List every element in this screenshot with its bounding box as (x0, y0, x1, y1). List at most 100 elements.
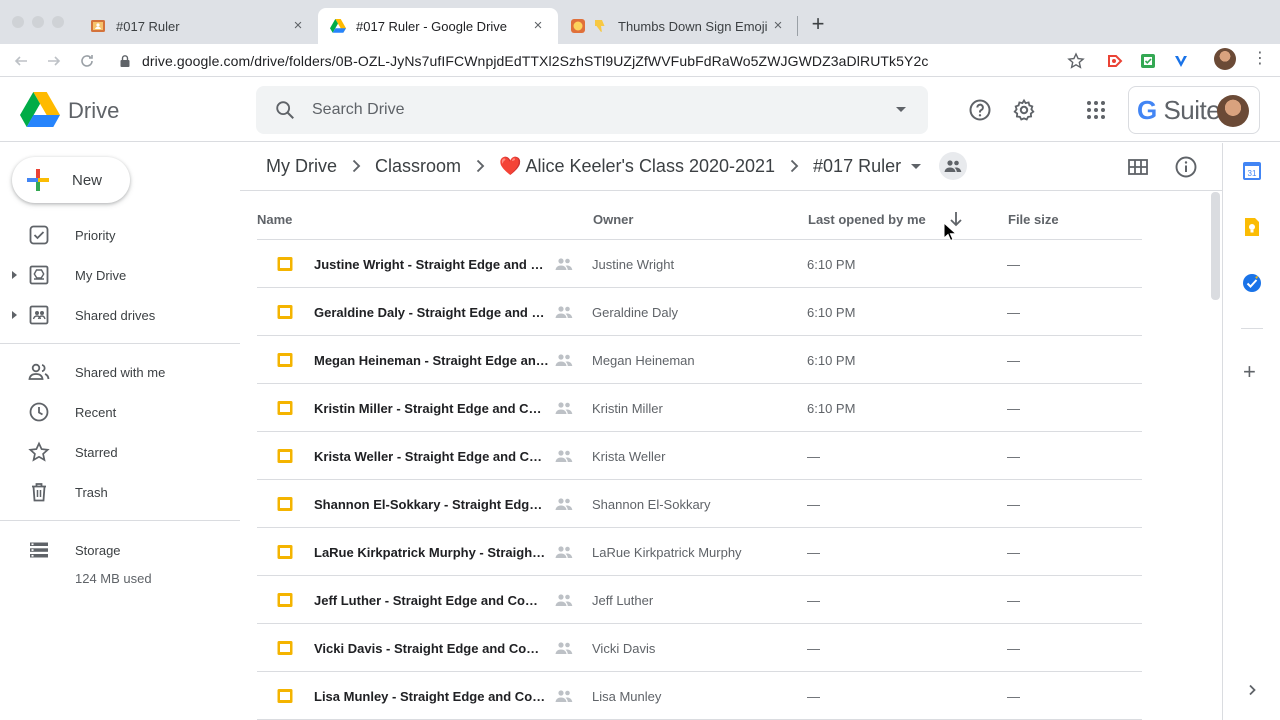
forward-icon[interactable] (45, 52, 63, 70)
file-owner: Lisa Munley (592, 689, 662, 704)
breadcrumb-current-folder[interactable]: #017 Ruler (813, 156, 901, 177)
expand-arrow-icon[interactable] (12, 311, 17, 319)
browser-menu-icon[interactable]: ⋮ (1252, 50, 1268, 68)
storage-used-text: 124 MB used (75, 571, 152, 586)
shared-with-me-icon (28, 363, 50, 380)
gsuite-account-button[interactable]: G Suite (1128, 86, 1260, 134)
file-owner: Justine Wright (592, 257, 675, 272)
help-icon[interactable] (968, 98, 992, 122)
classroom-favicon (91, 20, 105, 32)
shared-people-icon (555, 498, 573, 510)
file-owner: Jeff Luther (592, 593, 654, 608)
scrollbar-thumb[interactable] (1211, 192, 1220, 300)
table-row[interactable]: Vicki Davis - Straight Edge and Compa...… (257, 624, 1142, 672)
sidebar-item-shared-with-me[interactable]: Shared with me (0, 356, 240, 388)
close-tab-icon[interactable]: × (290, 18, 306, 34)
expand-arrow-icon[interactable] (12, 271, 17, 279)
address-bar[interactable]: drive.google.com/drive/folders/0B-OZL-Jy… (110, 47, 1110, 75)
account-avatar[interactable] (1217, 95, 1249, 127)
file-name[interactable]: Lisa Munley - Straight Edge and Comp... (314, 689, 549, 704)
sidebar-item-shared-drives[interactable]: Shared drives (0, 299, 240, 331)
sidebar-item-my-drive[interactable]: My Drive (0, 259, 240, 291)
close-tab-icon[interactable]: × (530, 18, 546, 34)
search-input[interactable] (312, 101, 872, 119)
table-row[interactable]: Justine Wright - Straight Edge and Co...… (257, 240, 1142, 288)
green-extension-icon[interactable] (1139, 52, 1157, 70)
browser-tab-emoji[interactable]: Thumbs Down Sign Emoji × (558, 8, 798, 44)
file-name[interactable]: Vicki Davis - Straight Edge and Compa... (314, 641, 549, 656)
column-header-name[interactable]: Name (257, 212, 292, 227)
column-header-last-opened[interactable]: Last opened by me (808, 212, 926, 227)
breadcrumb-my-drive[interactable]: My Drive (266, 156, 337, 177)
reload-icon[interactable] (78, 52, 96, 70)
sidebar-item-starred[interactable]: Starred (0, 436, 240, 468)
sidebar-item-storage[interactable]: Storage (0, 534, 240, 566)
table-row[interactable]: Shannon El-Sokkary - Straight Edge an...… (257, 480, 1142, 528)
file-size: — (1007, 545, 1020, 560)
shared-people-icon (555, 402, 573, 414)
drive-header: Drive G Suite (0, 78, 1280, 142)
file-name[interactable]: LaRue Kirkpatrick Murphy - Straight Ed..… (314, 545, 549, 560)
table-row[interactable]: LaRue Kirkpatrick Murphy - Straight Ed..… (257, 528, 1142, 576)
column-header-owner[interactable]: Owner (593, 212, 633, 227)
add-addon-button[interactable]: + (1243, 361, 1256, 383)
sidebar-item-priority[interactable]: Priority (0, 219, 240, 251)
tasks-icon[interactable] (1241, 272, 1263, 294)
back-icon[interactable] (12, 52, 30, 70)
calendar-icon[interactable]: 31 (1241, 160, 1263, 182)
file-name[interactable]: Krista Weller - Straight Edge and Com... (314, 449, 549, 464)
shared-folder-icon[interactable] (939, 152, 968, 180)
close-tab-icon[interactable]: × (770, 18, 786, 34)
file-name[interactable]: Geraldine Daly - Straight Edge and Co... (314, 305, 549, 320)
file-name[interactable]: Megan Heineman - Straight Edge and ... (314, 353, 549, 368)
shared-people-icon (555, 642, 573, 654)
file-size: — (1007, 593, 1020, 608)
breadcrumb-classroom[interactable]: Classroom (375, 156, 461, 177)
search-bar[interactable] (256, 86, 928, 134)
file-name[interactable]: Jeff Luther - Straight Edge and Compa... (314, 593, 549, 608)
drive-logo-icon[interactable] (20, 92, 60, 128)
info-icon[interactable] (1174, 155, 1198, 179)
browser-profile-avatar[interactable] (1214, 48, 1236, 70)
shared-people-icon (555, 450, 573, 462)
apps-grid-icon[interactable] (1084, 98, 1108, 122)
browser-tab-classroom[interactable]: #017 Ruler × (78, 8, 318, 44)
check-extension-icon[interactable] (1172, 52, 1190, 70)
table-row[interactable]: Jeff Luther - Straight Edge and Compa...… (257, 576, 1142, 624)
table-row[interactable]: Lisa Munley - Straight Edge and Comp... L… (257, 672, 1142, 720)
sidebar-item-recent[interactable]: Recent (0, 396, 240, 428)
breadcrumb-class-folder[interactable]: ❤️ Alice Keeler's Class 2020-2021 (499, 156, 775, 177)
window-zoom-dot[interactable] (52, 16, 64, 28)
new-button[interactable]: New (12, 157, 130, 203)
keep-icon[interactable] (1241, 216, 1263, 238)
table-row[interactable]: Megan Heineman - Straight Edge and ... Me… (257, 336, 1142, 384)
browser-tab-drive[interactable]: #017 Ruler - Google Drive × (318, 8, 558, 44)
file-name[interactable]: Justine Wright - Straight Edge and Co... (314, 257, 549, 272)
search-options-icon[interactable] (896, 107, 906, 112)
screencast-extension-icon[interactable] (1106, 52, 1124, 70)
settings-gear-icon[interactable] (1012, 98, 1036, 122)
app-name[interactable]: Drive (68, 98, 119, 124)
search-icon[interactable] (274, 99, 296, 121)
grid-view-icon[interactable] (1126, 155, 1150, 179)
sidebar-item-label: Shared with me (75, 364, 166, 380)
window-close-dot[interactable] (12, 16, 24, 28)
google-slides-icon (277, 401, 293, 415)
folder-menu-caret-icon[interactable] (911, 163, 922, 169)
lock-icon (120, 55, 130, 67)
bookmark-star-icon[interactable] (1067, 52, 1085, 70)
table-row[interactable]: Kristin Miller - Straight Edge and Com..… (257, 384, 1142, 432)
plus-icon (27, 169, 49, 191)
chevron-right-icon[interactable] (1245, 683, 1259, 697)
file-name[interactable]: Kristin Miller - Straight Edge and Com..… (314, 401, 549, 416)
column-header-file-size[interactable]: File size (1008, 212, 1059, 227)
table-row[interactable]: Geraldine Daly - Straight Edge and Co...… (257, 288, 1142, 336)
table-row[interactable]: Krista Weller - Straight Edge and Com...… (257, 432, 1142, 480)
sidebar-item-trash[interactable]: Trash (0, 476, 240, 508)
window-minimize-dot[interactable] (32, 16, 44, 28)
new-tab-button[interactable]: + (808, 13, 828, 35)
table-header: Name Owner Last opened by me File size (257, 200, 1142, 240)
breadcrumb: My Drive Classroom ❤️ Alice Keeler's Clas… (266, 144, 968, 188)
browser-toolbar: drive.google.com/drive/folders/0B-OZL-Jy… (0, 44, 1280, 77)
file-name[interactable]: Shannon El-Sokkary - Straight Edge an... (314, 497, 549, 512)
